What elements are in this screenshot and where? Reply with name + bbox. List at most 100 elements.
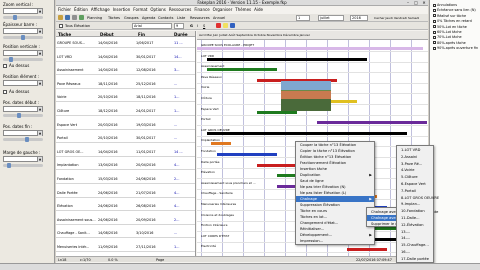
- table-row[interactable]: Assainissement sous... 24/06/2016 20/09/20…: [56, 215, 195, 225]
- month-select[interactable]: juillet: [318, 15, 344, 21]
- task-list-item[interactable]: 5-Clôture: [397, 174, 433, 180]
- menu-affichage[interactable]: Affichage: [91, 7, 110, 13]
- start-dates-spinner[interactable]: ▲: [3, 106, 43, 112]
- task-list-item[interactable]: 6-Espace Vert: [397, 181, 433, 187]
- zoom-slider[interactable]: [3, 15, 43, 20]
- menu-ressources[interactable]: Ressources: [169, 7, 192, 13]
- end-dates-spinner[interactable]: ▲: [3, 130, 43, 136]
- table-row[interactable]: Portail 20/10/2016 30/01/2017...: [56, 133, 195, 144]
- gantt-bar[interactable]: [207, 57, 367, 61]
- option-item[interactable]: 90%-après ouverture fin: [433, 46, 478, 50]
- menu-fichier[interactable]: Fichier: [58, 7, 71, 13]
- above-checkbox-2[interactable]: [3, 90, 7, 94]
- table-row[interactable]: Implantation 13/04/2016 20/04/2016 4...: [56, 160, 195, 171]
- context-menu-item[interactable]: Impression...: [296, 238, 374, 244]
- header-duration[interactable]: Durée: [174, 32, 188, 37]
- spinner-arrow-icon[interactable]: ▲: [37, 51, 42, 56]
- above-checkbox[interactable]: [3, 64, 7, 68]
- task-list-item[interactable]: 14-...: [397, 235, 433, 241]
- table-row[interactable]: GROUPE SOUS... 14/04/2016 1/06/2017 11 ...: [56, 38, 195, 48]
- slider-handle[interactable]: [25, 137, 29, 142]
- undo-icon[interactable]: [79, 15, 84, 20]
- font-size-select[interactable]: 9: [174, 23, 184, 29]
- table-row[interactable]: Menuiseries Intér... 11/09/2016 27/11/2016…: [56, 242, 195, 252]
- spinner-arrow-icon[interactable]: ▲: [37, 9, 42, 14]
- left-margin-spinner[interactable]: ▲: [3, 156, 43, 162]
- border-color-icon[interactable]: [230, 23, 235, 28]
- maximize-icon[interactable]: □: [412, 0, 420, 6]
- menu-edition[interactable]: Édition: [74, 7, 88, 13]
- menu-insertion[interactable]: Insertion: [113, 7, 131, 13]
- table-row[interactable]: Espace Vert 20/03/2016 19/03/2016...: [56, 120, 195, 130]
- option-item[interactable]: Annulations: [433, 3, 457, 7]
- task-list-item[interactable]: 1-LOT VRD: [397, 147, 433, 153]
- table-row[interactable]: Voirie 20/10/2016 18/11/2016 1...: [56, 92, 195, 103]
- spinner-arrow-icon[interactable]: ▲: [37, 157, 42, 162]
- option-checkbox[interactable]: [433, 19, 436, 23]
- task-list-item[interactable]: 11-Dalle...: [397, 215, 433, 221]
- menu-themes[interactable]: Thèmes: [235, 7, 251, 13]
- thickness-slider[interactable]: [3, 35, 43, 40]
- spinner-arrow-icon[interactable]: ▲: [37, 81, 42, 86]
- option-checkbox[interactable]: [433, 8, 436, 12]
- spinner-arrow-icon[interactable]: ▲: [37, 107, 42, 112]
- italic-button[interactable]: I: [197, 23, 198, 29]
- start-dates-slider[interactable]: [3, 113, 43, 118]
- task-list-item[interactable]: 16-...: [397, 249, 433, 255]
- vertical-position-slider[interactable]: [3, 57, 43, 62]
- task-list-item[interactable]: 8-LOT GROS OEUVRE: [397, 195, 439, 201]
- liste-button[interactable]: Liste: [177, 15, 185, 21]
- table-row[interactable]: Assainissement 14/04/2016 12/08/2016 3...: [56, 65, 195, 76]
- menu-options[interactable]: Options: [150, 7, 165, 13]
- table-row[interactable]: Chauffage - Sanit... 14/08/2016 3/10/2016.…: [56, 228, 195, 239]
- task-list-item[interactable]: 15-Chauffage...: [397, 242, 433, 248]
- option-item[interactable]: Réalisé sur tâche: [433, 14, 466, 18]
- taches-button[interactable]: Tâches: [108, 15, 120, 21]
- option-checkbox[interactable]: [433, 25, 436, 29]
- menu-format[interactable]: Format: [133, 7, 147, 13]
- option-item[interactable]: 0% Tâches en retard: [433, 19, 472, 23]
- slider-handle[interactable]: [9, 57, 13, 62]
- left-margin-slider[interactable]: [3, 163, 43, 168]
- option-item[interactable]: 80%-après tâche: [433, 41, 466, 45]
- option-item[interactable]: 60%-Lot tâche: [433, 30, 462, 34]
- fill-color-icon[interactable]: [223, 23, 228, 28]
- task-list-item[interactable]: 13-...: [397, 229, 433, 235]
- table-row[interactable]: Dalle Portée 24/06/2016 21/07/2016 4...: [56, 188, 195, 198]
- option-checkbox[interactable]: [433, 30, 436, 34]
- annuel-button[interactable]: Annuel: [213, 15, 225, 21]
- contacts-button[interactable]: Contacts: [158, 15, 173, 21]
- year-input[interactable]: 2016: [350, 15, 368, 21]
- end-dates-slider[interactable]: [3, 137, 43, 142]
- planning-button[interactable]: Planning: [87, 15, 102, 21]
- option-item[interactable]: 70%-Lot tâche: [433, 35, 462, 39]
- option-item[interactable]: Échéance sans lien (N): [433, 8, 476, 12]
- menu-organiser[interactable]: Organiser: [213, 7, 233, 13]
- gantt-bar[interactable]: [317, 121, 427, 125]
- agenda-button[interactable]: Agenda: [142, 15, 155, 21]
- spinner-arrow-icon[interactable]: ▲: [37, 131, 42, 136]
- table-row[interactable]: Clôture 18/12/2016 24/01/2017 1...: [56, 106, 195, 116]
- ressources-button[interactable]: Ressources: [190, 15, 210, 21]
- bold-button[interactable]: G: [190, 23, 193, 29]
- gantt-bar[interactable]: [197, 47, 423, 50]
- table-row[interactable]: LOT VRD 14/04/2016 30/01/2017 14...: [56, 52, 195, 62]
- menu-aide[interactable]: Aide: [254, 7, 263, 13]
- task-list-item[interactable]: 17-Dalle portée: [397, 256, 433, 262]
- gantt-bar[interactable]: [207, 68, 277, 72]
- slider-handle[interactable]: [13, 15, 17, 20]
- font-select[interactable]: Arial: [132, 23, 172, 29]
- filter-selector[interactable]: Tous Élévation: [65, 23, 90, 29]
- gantt-bar[interactable]: [207, 131, 407, 135]
- task-list-item[interactable]: 4-Voirie: [397, 167, 433, 173]
- header-end[interactable]: Fin: [138, 32, 145, 37]
- open-icon[interactable]: [58, 15, 63, 20]
- table-row[interactable]: Élévation 24/06/2016 26/08/2016 4...: [56, 201, 195, 212]
- header-task[interactable]: Tâche: [58, 32, 71, 37]
- option-checkbox[interactable]: [433, 3, 436, 7]
- gantt-bar[interactable]: [217, 153, 277, 156]
- slider-handle[interactable]: [17, 113, 21, 118]
- gantt-bar[interactable]: [257, 110, 297, 114]
- groupes-button[interactable]: Groupes: [124, 15, 139, 21]
- text-color-icon[interactable]: [216, 23, 221, 28]
